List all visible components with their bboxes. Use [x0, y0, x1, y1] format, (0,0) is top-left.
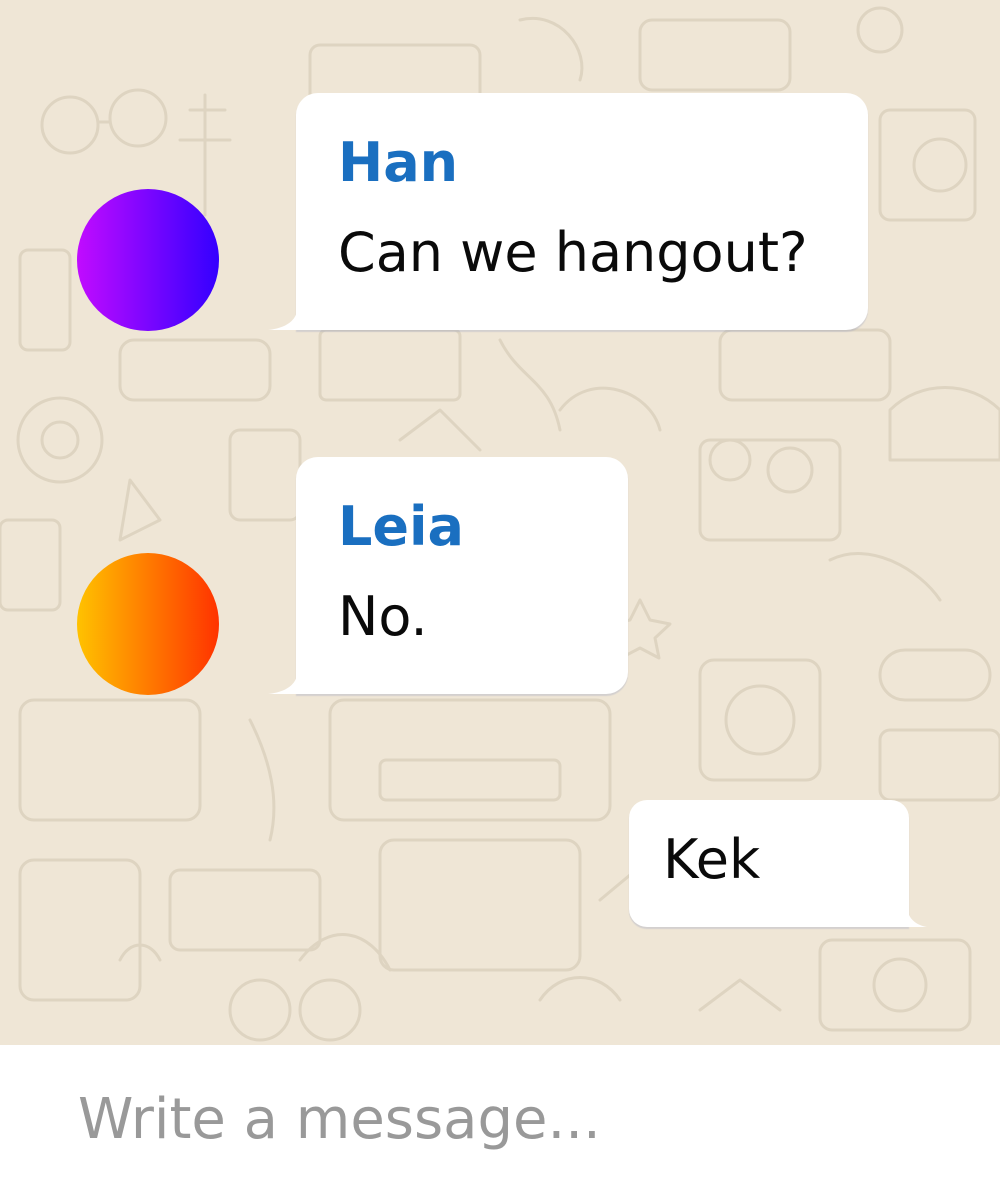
- message-bubble-leia: Leia No.: [268, 457, 628, 694]
- sender-name[interactable]: Leia: [338, 495, 464, 559]
- message-composer: [0, 1045, 1000, 1200]
- bubble-tail: [268, 308, 298, 330]
- bubble-tail: [268, 672, 298, 694]
- sender-name[interactable]: Han: [338, 131, 458, 195]
- bubble-tail: [907, 909, 927, 927]
- message-input[interactable]: [78, 1079, 938, 1159]
- message-text: Kek: [663, 828, 761, 891]
- message-text: Can we hangout?: [338, 221, 808, 284]
- chat-area[interactable]: Han Can we hangout? Leia No. Kek: [0, 0, 1000, 1045]
- message-bubble-han: Han Can we hangout?: [268, 93, 868, 330]
- avatar-han[interactable]: [77, 189, 219, 331]
- avatar-leia[interactable]: [77, 553, 219, 695]
- message-text: No.: [338, 585, 428, 648]
- message-bubble-outgoing: Kek: [629, 800, 927, 927]
